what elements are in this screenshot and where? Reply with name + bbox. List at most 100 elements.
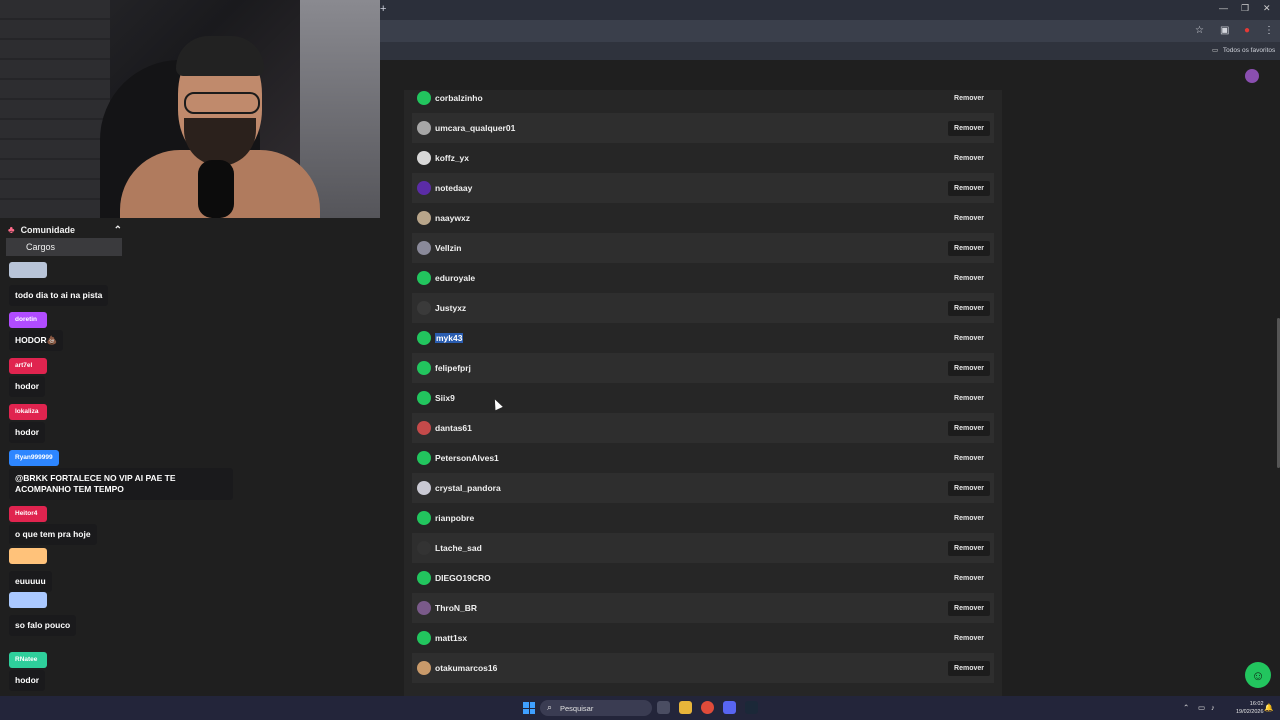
member-row: naaywxz Remover [412, 203, 994, 233]
profile-icon[interactable]: ● [1244, 25, 1250, 36]
member-username: crystal_pandora [435, 483, 501, 493]
member-username: matt1sx [435, 633, 468, 643]
member-avatar [417, 91, 431, 105]
remove-member-button[interactable]: Remover [948, 420, 990, 436]
system-clock[interactable]: 16:02 19/02/2026 [1236, 700, 1264, 716]
chat-message: RNatee hodor [9, 648, 47, 691]
remove-member-button[interactable]: Remover [954, 455, 984, 462]
notifications-icon[interactable]: 🔔 [1264, 703, 1273, 712]
remove-member-button[interactable]: Remover [948, 480, 990, 496]
member-avatar [417, 361, 431, 375]
discord-icon[interactable] [723, 701, 736, 714]
member-username: corbalzinho [435, 93, 483, 103]
webcam-person-glasses [184, 92, 260, 114]
star-icon[interactable]: ☆ [1195, 25, 1204, 36]
chat-support-button[interactable]: ☺ [1245, 662, 1271, 688]
webcam-feed [0, 0, 380, 218]
remove-member-button[interactable]: Remover [954, 275, 984, 282]
chevron-up-icon[interactable]: ⌃ [114, 225, 122, 236]
remove-member-button[interactable]: Remover [948, 360, 990, 376]
browser-tab-bar [380, 0, 1280, 20]
chat-username-badge[interactable]: Heitor4 [9, 506, 47, 522]
member-username: DIEGO19CRO [435, 573, 491, 583]
taskbar-search-label: Pesquisar [560, 704, 594, 713]
remove-member-button[interactable]: Remover [954, 515, 984, 522]
chat-overlay: ♣ Comunidade ⌃ Cargos todo dia to ai na … [0, 218, 380, 696]
network-icon[interactable]: ▭ [1198, 703, 1205, 712]
remove-member-button[interactable]: Remover [954, 215, 984, 222]
member-row: Siix9 Remover [412, 383, 994, 413]
task-view-icon[interactable] [657, 701, 670, 714]
member-row: corbalzinho Remover [412, 83, 994, 113]
remove-member-button[interactable]: Remover [948, 180, 990, 196]
clock-time: 16:02 [1249, 701, 1264, 707]
chat-message: Ryan999999 @BRKK FORTALECE NO VIP AI PAE … [9, 446, 233, 500]
chat-message-text: todo dia to ai na pista [9, 285, 109, 306]
chat-username-badge[interactable] [9, 592, 47, 608]
close-icon[interactable]: ✕ [1263, 3, 1271, 14]
chat-username-badge[interactable]: lokaliza [9, 404, 47, 420]
clock-date: 19/02/2026 [1236, 709, 1264, 715]
restore-icon[interactable]: ❐ [1241, 3, 1249, 14]
folder-icon: ▭ [1212, 47, 1219, 54]
member-username: Siix9 [435, 393, 455, 403]
steam-icon[interactable] [745, 701, 758, 714]
member-avatar [417, 271, 431, 285]
member-avatar [417, 421, 431, 435]
all-bookmarks-label: Todos os favoritos [1222, 47, 1276, 54]
member-row: umcara_qualquer01 Remover [412, 113, 994, 143]
minimize-icon[interactable]: — [1219, 3, 1228, 13]
remove-member-button[interactable]: Remover [948, 540, 990, 556]
remove-member-button[interactable]: Remover [948, 660, 990, 676]
remove-member-button[interactable]: Remover [954, 575, 984, 582]
cargos-menu-item[interactable]: Cargos [6, 238, 122, 256]
member-avatar [417, 331, 431, 345]
member-avatar [417, 601, 431, 615]
member-row: Vellzin Remover [412, 233, 994, 263]
member-avatar [417, 391, 431, 405]
chrome-icon[interactable] [701, 701, 714, 714]
remove-member-button[interactable]: Remover [954, 635, 984, 642]
member-username: dantas61 [435, 423, 472, 433]
taskbar-search[interactable]: ⌕ Pesquisar [540, 700, 652, 716]
chat-message-text: hodor [9, 422, 46, 443]
chat-message: Heitor4 o que tem pra hoje [9, 502, 97, 545]
extensions-icon[interactable]: ▣ [1220, 25, 1229, 36]
new-tab-button[interactable]: + [380, 3, 386, 15]
member-avatar [417, 571, 431, 585]
member-username: PetersonAlves1 [435, 453, 499, 463]
chat-message-text: so falo pouco [9, 615, 77, 636]
remove-member-button[interactable]: Remover [948, 120, 990, 136]
chat-message: lokaliza hodor [9, 400, 47, 443]
member-username: Justyxz [435, 303, 467, 313]
chat-header[interactable]: ♣ Comunidade ⌃ [8, 222, 122, 238]
windows-start-icon[interactable] [523, 702, 535, 714]
menu-icon[interactable]: ⋮ [1264, 25, 1274, 36]
remove-member-button[interactable]: Remover [948, 240, 990, 256]
member-username: Vellzin [435, 243, 462, 253]
remove-member-button[interactable]: Remover [948, 300, 990, 316]
remove-member-button[interactable]: Remover [954, 95, 984, 102]
remove-member-button[interactable]: Remover [948, 600, 990, 616]
member-username: felipefprj [435, 363, 471, 373]
user-avatar[interactable] [1245, 69, 1259, 83]
remove-member-button[interactable]: Remover [954, 395, 984, 402]
volume-icon[interactable]: ♪ [1211, 703, 1215, 712]
remove-member-button[interactable]: Remover [954, 335, 984, 342]
tray-overflow-icon[interactable]: ⌃ [1183, 703, 1189, 712]
member-row: crystal_pandora Remover [412, 473, 994, 503]
chat-username-badge[interactable]: Ryan999999 [9, 450, 59, 466]
remove-member-button[interactable]: Remover [954, 155, 984, 162]
all-bookmarks[interactable]: ▭ Todos os favoritos [1212, 46, 1275, 54]
chat-username-badge[interactable]: doretin [9, 312, 47, 328]
people-icon: ♣ [8, 224, 15, 236]
file-explorer-icon[interactable] [679, 701, 692, 714]
chat-username-badge[interactable] [9, 548, 47, 564]
bookmarks-bar [380, 42, 1280, 60]
chat-username-badge[interactable] [9, 262, 47, 278]
member-avatar [417, 241, 431, 255]
chat-username-badge[interactable]: art7el [9, 358, 47, 374]
member-row: koffz_yx Remover [412, 143, 994, 173]
chat-username-badge[interactable]: RNatee [9, 652, 47, 668]
member-username: otakumarcos16 [435, 663, 498, 673]
